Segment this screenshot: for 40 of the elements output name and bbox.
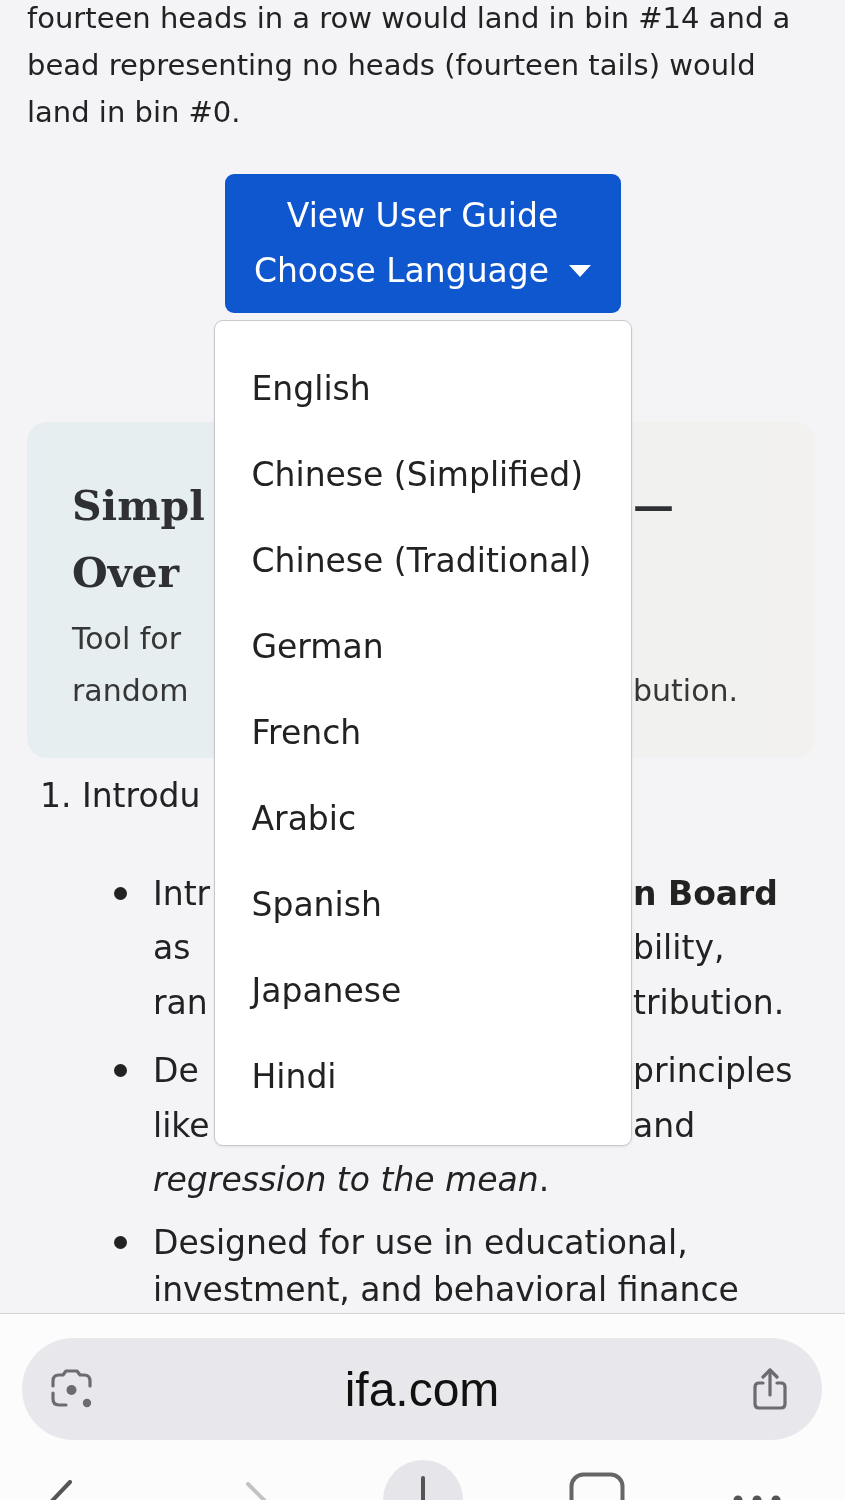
plus-icon[interactable] [383,1460,463,1500]
bullet-text: Designed for use in educational, investment, and behavioral finance [153,1222,740,1311]
bullet-icon [114,1236,127,1249]
dropdown-button[interactable]: View User Guide Choose Language [224,174,621,313]
menu-item[interactable]: Spanish [214,862,631,948]
bullet-text: as [153,928,191,968]
menu-item[interactable]: German [214,604,631,690]
bullet-text: ran [153,982,208,1022]
menu-item[interactable]: French [214,690,631,776]
more-icon[interactable] [733,1493,781,1500]
url-text: ifa.com [344,1361,500,1417]
card-subtitle: random [72,672,189,708]
bullet-icon [114,1064,127,1078]
address-bar[interactable]: ifa.com [22,1338,822,1440]
menu-item[interactable]: Chinese (Traditional) [214,518,631,604]
bullet-text: n Board [633,873,778,913]
card-title: Over [72,548,180,597]
card-subtitle: bution. [633,672,739,708]
bullet-text: De [153,1051,199,1091]
card-subtitle: Tool for [72,620,182,656]
menu-item[interactable]: English [214,346,631,432]
card-title: Simpl [72,481,205,530]
card-title: — [633,481,674,530]
bullet-text: Intr [153,873,211,913]
share-icon[interactable] [750,1367,790,1411]
menu-item[interactable]: Arabic [214,776,631,862]
bullet-text: and [633,1105,696,1145]
bullet-text: like [153,1105,210,1145]
menu-item[interactable]: Japanese [214,948,631,1034]
section-heading: 1. Introdu [40,775,201,815]
bullet-text: principles [633,1051,793,1091]
paragraph-text: fourteen heads in a row would land in bin #14 and a bead representing no heads (fourteen tails) would land in bin #0. [27,0,792,131]
lens-icon[interactable] [50,1368,94,1410]
menu-item[interactable]: Chinese (Simplified) [214,432,631,518]
bullet-icon [114,886,127,900]
bullet-text: tribution. [633,982,785,1022]
caret-icon [569,264,592,277]
bullet-text: bility, [633,928,725,968]
bullet-text: regression to the mean. [153,1158,551,1201]
menu-item[interactable]: Hindi [214,1034,631,1120]
